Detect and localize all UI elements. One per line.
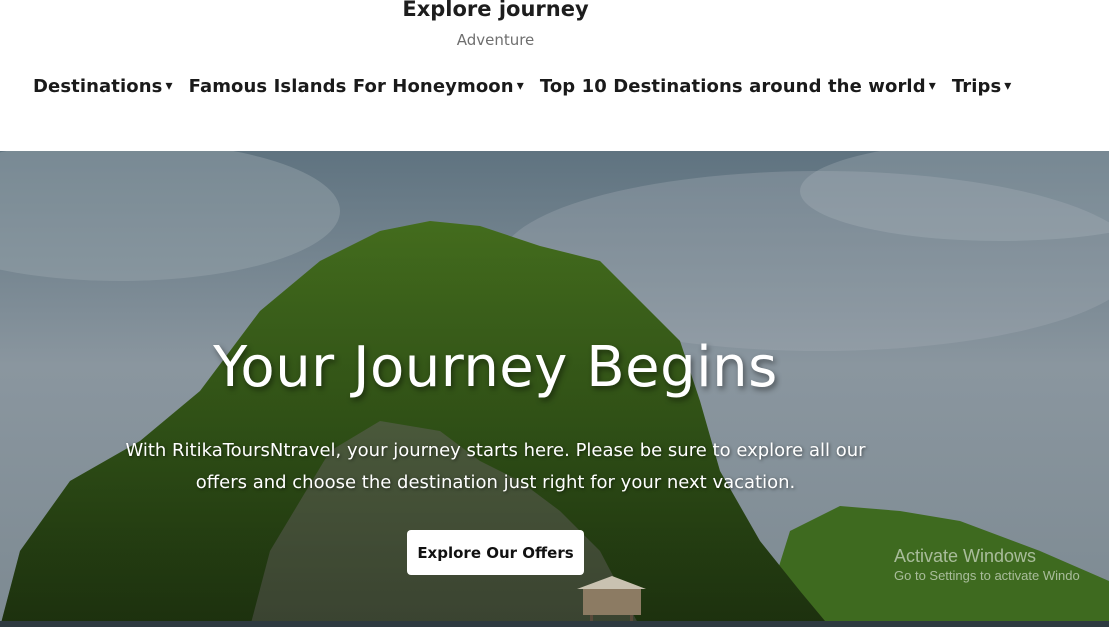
caret-down-icon: ▾ bbox=[516, 78, 524, 94]
site-header: Explore journey Adventure Destinations ▾… bbox=[0, 0, 1109, 151]
nav-item-famous-islands[interactable]: Famous Islands For Honeymoon ▾ bbox=[189, 76, 524, 97]
nav-item-top-10[interactable]: Top 10 Destinations around the world ▾ bbox=[540, 76, 936, 97]
nav-item-label: Famous Islands For Honeymoon bbox=[188, 75, 514, 97]
watermark-subtitle[interactable]: Go to Settings to activate Windo bbox=[894, 567, 1080, 585]
main-nav: Destinations ▾ Famous Islands For Honeym… bbox=[33, 72, 1027, 100]
nav-item-label: Destinations bbox=[33, 75, 163, 97]
nav-item-destinations[interactable]: Destinations ▾ bbox=[33, 76, 173, 97]
caret-down-icon: ▾ bbox=[165, 78, 173, 94]
bottom-strip bbox=[0, 621, 1109, 627]
site-title[interactable]: Explore journey bbox=[0, 0, 991, 24]
explore-offers-button[interactable]: Explore Our Offers bbox=[407, 530, 584, 575]
site-tagline: Adventure bbox=[456, 31, 535, 49]
watermark-title: Activate Windows bbox=[894, 546, 1037, 566]
caret-down-icon: ▾ bbox=[928, 78, 936, 94]
hero-description-line: offers and choose the destination just r… bbox=[195, 472, 796, 493]
nav-item-label: Top 10 Destinations around the world bbox=[539, 75, 926, 97]
activate-windows-watermark: Activate Windows Go to Settings to activ… bbox=[894, 545, 1080, 585]
caret-down-icon: ▾ bbox=[1004, 78, 1012, 94]
nav-item-trips[interactable]: Trips ▾ bbox=[952, 76, 1012, 97]
hero-description-line: With RitikaToursNtravel, your journey st… bbox=[125, 440, 866, 461]
hero-title: Your Journey Begins bbox=[213, 335, 778, 400]
hero-description: With RitikaToursNtravel, your journey st… bbox=[120, 435, 871, 499]
hero-section: Your Journey Begins With RitikaToursNtra… bbox=[0, 151, 1109, 627]
nav-item-label: Trips bbox=[951, 75, 1002, 97]
